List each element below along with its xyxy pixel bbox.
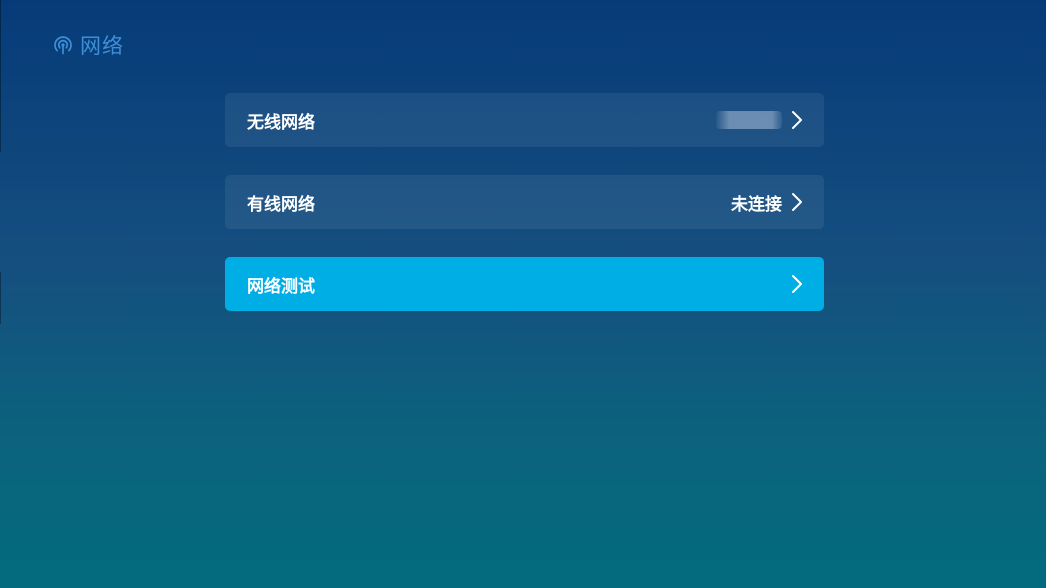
menu-item-network-test[interactable]: 网络测试 — [225, 257, 824, 311]
chevron-right-icon — [790, 191, 804, 213]
menu-item-wireless-network[interactable]: 无线网络 — [225, 93, 824, 147]
wireless-network-name-redacted — [716, 111, 782, 129]
menu-item-wired-network[interactable]: 有线网络 未连接 — [225, 175, 824, 229]
network-menu-list: 无线网络 有线网络 未连接 网络测试 — [225, 93, 824, 339]
wired-network-status: 未连接 — [731, 194, 782, 215]
chevron-right-icon — [790, 109, 804, 131]
edge-mark-middle — [0, 272, 1, 324]
chevron-right-icon — [790, 273, 804, 295]
menu-item-right — [790, 273, 804, 295]
menu-item-label: 无线网络 — [247, 112, 315, 133]
menu-item-label: 网络测试 — [247, 276, 315, 297]
edge-mark-top — [0, 0, 1, 152]
menu-item-right: 未连接 — [731, 190, 804, 215]
network-signal-icon — [52, 34, 74, 56]
menu-item-right — [716, 109, 804, 131]
menu-item-label: 有线网络 — [247, 194, 315, 215]
page-title: 网络 — [80, 34, 124, 58]
page-header: 网络 — [52, 30, 124, 60]
